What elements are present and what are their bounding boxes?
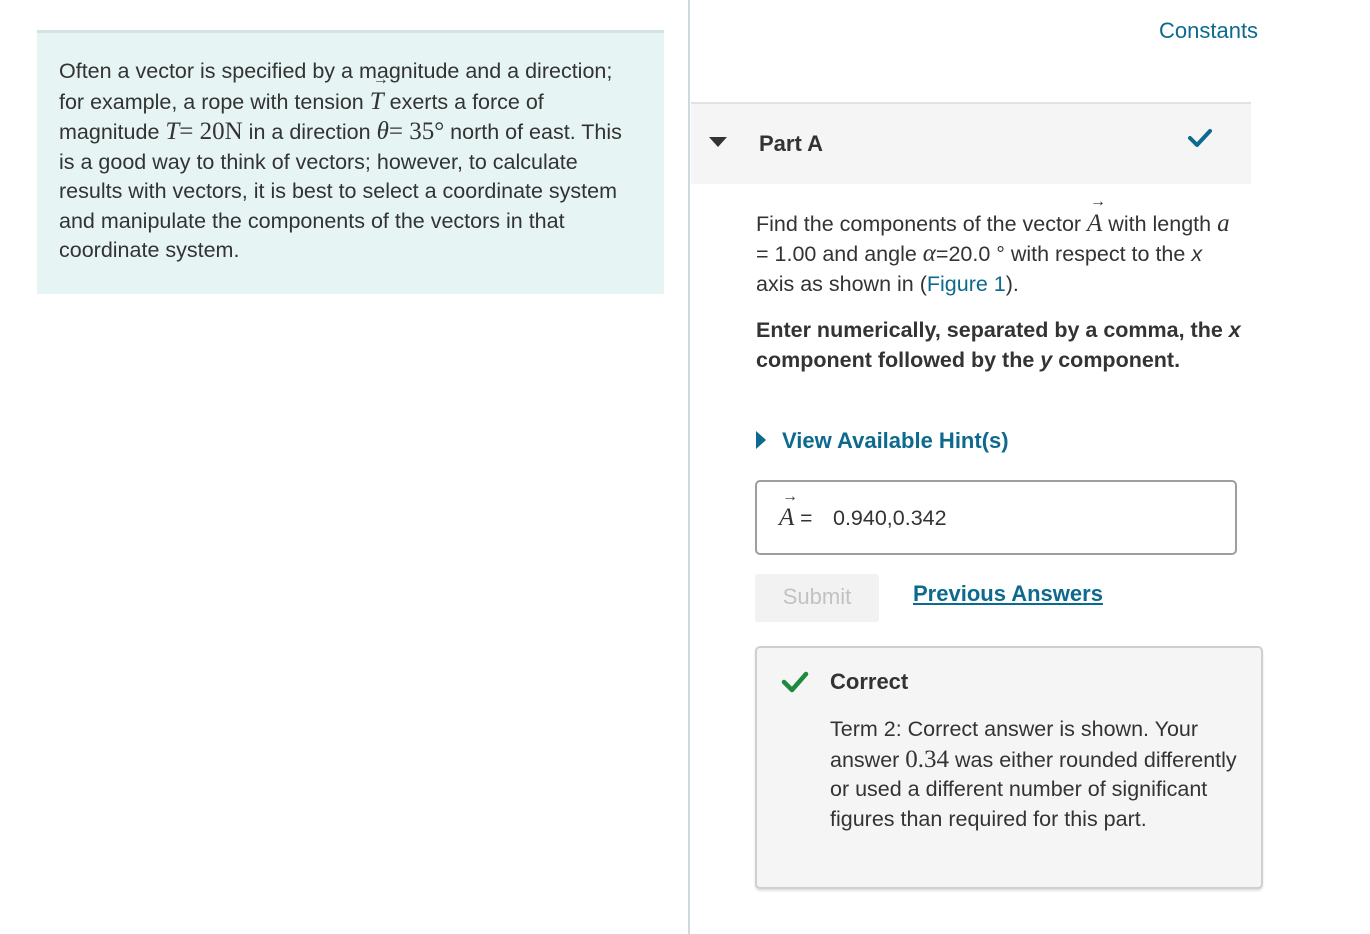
intro-text: Often a vector is specified by a magnitu…	[59, 57, 642, 266]
length-symbol: a	[1217, 210, 1230, 237]
figure-link[interactable]: Figure 1	[927, 272, 1006, 296]
constants-link[interactable]: Constants	[1159, 18, 1258, 44]
instruction-text: Enter numerically, separated by a comma,…	[756, 318, 1241, 372]
answer-value[interactable]: 0.940,0.342	[833, 506, 947, 531]
checkmark-icon	[781, 671, 809, 693]
feedback-panel: Correct Term 2: Correct answer is shown.…	[755, 646, 1263, 889]
part-title: Part A	[759, 131, 823, 156]
answer-label: → A =	[779, 488, 813, 532]
submitted-value: 0.34	[905, 745, 950, 773]
submit-button[interactable]: Submit	[755, 574, 879, 622]
part-a-header[interactable]: Part A	[691, 102, 1251, 184]
y-label: y	[1040, 347, 1053, 372]
x-axis-label: x	[1191, 242, 1203, 266]
previous-answers-link[interactable]: Previous Answers	[913, 581, 1103, 607]
panel-divider	[688, 0, 690, 934]
feedback-title: Correct	[830, 669, 909, 694]
tension-vector-symbol: → T	[369, 70, 389, 115]
view-hints-link[interactable]: View Available Hint(s)	[756, 428, 1009, 454]
caret-right-icon	[756, 431, 766, 449]
x-label: x	[1228, 318, 1241, 342]
feedback-text: Term 2: Correct answer is shown. Your an…	[830, 717, 1237, 831]
intro-text-part: in a direction	[242, 120, 377, 144]
caret-down-icon[interactable]	[709, 137, 727, 147]
question-text: Find the components of the vector → A wit…	[756, 193, 1230, 297]
alpha-symbol: α	[922, 240, 936, 267]
vector-a-symbol: → A	[1087, 193, 1107, 238]
checkmark-icon	[1188, 129, 1212, 147]
intro-panel: Often a vector is specified by a magnitu…	[37, 30, 664, 294]
hints-label: View Available Hint(s)	[782, 428, 1009, 453]
tension-angle: = 35°	[388, 118, 445, 145]
answer-input[interactable]: → A = 0.940,0.342	[755, 480, 1237, 555]
tension-magnitude: = 20N	[179, 118, 243, 145]
theta-symbol: θ	[376, 118, 389, 145]
tension-symbol: T	[165, 118, 180, 145]
